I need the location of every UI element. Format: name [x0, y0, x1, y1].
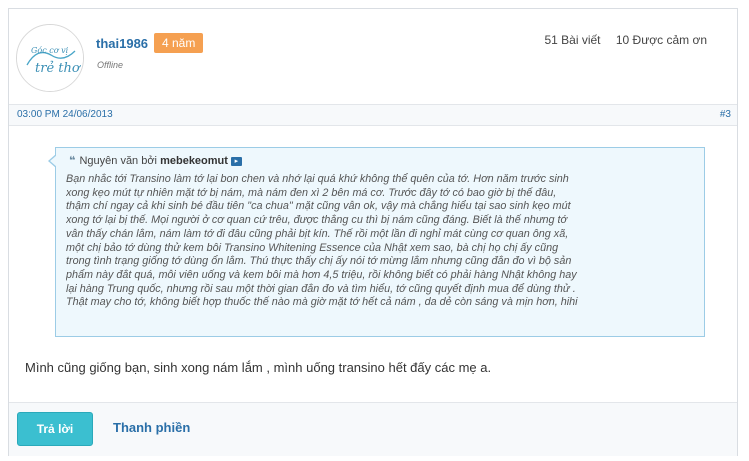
post-header: Góc cơ vị trẻ thơ thai1986 4 năm Offline…: [9, 9, 737, 103]
quote-line: xong tớ lại bị thế. Mọi người ở cơ quan …: [66, 214, 568, 227]
forum-post: Góc cơ vị trẻ thơ thai1986 4 năm Offline…: [8, 8, 738, 456]
quote-line: Thật may cho tớ, không biết hợp thuốc th…: [66, 296, 578, 309]
thanks-count: 10 Được cảm ơn: [615, 33, 707, 47]
quote-text: Bạn nhắc tới Transino làm tớ lại bon che…: [66, 173, 700, 310]
quote-line: một chị bảo tớ dùng thử kem bôi Transino…: [66, 241, 559, 254]
quote-line: xong kẹo mút tự nhiên mặt tớ bị nám, mà …: [66, 186, 557, 199]
quote-line: vẫn thấy chán lắm, nám làm tớ đi đâu cũn…: [66, 227, 569, 240]
post-count: 51 Bài viết: [544, 33, 601, 47]
quote-author[interactable]: mebekeomut: [160, 155, 228, 167]
quote-line: thậm chí ngay cả khi sinh bé đầu tiên "c…: [66, 200, 571, 213]
reply-button[interactable]: Trả lời: [17, 412, 93, 446]
avatar-text-2: trẻ thơ: [35, 61, 81, 76]
username[interactable]: thai1986: [96, 36, 148, 51]
post-message: Mình cũng giống bạn, sinh xong nám lắm ,…: [25, 360, 492, 375]
membership-badge: 4 năm: [154, 33, 204, 53]
quote-icon: ❝: [69, 155, 76, 167]
quote-line: Bạn nhắc tới Transino làm tớ lại bon che…: [66, 173, 569, 185]
thanks-button[interactable]: Thanh phiền: [113, 412, 190, 446]
online-status: Offline: [97, 60, 124, 70]
avatar-text-1: Góc cơ vị: [31, 46, 69, 55]
quote-header: ❝ Nguyên văn bởi mebekeomut ▸: [69, 154, 242, 167]
quote-line: phẩm này đắt quá, mỗi viên uống và kem b…: [66, 268, 577, 281]
view-post-icon[interactable]: ▸: [230, 156, 242, 166]
post-meta-bar: 03:00 PM 24/06/2013 #3: [9, 104, 737, 126]
quote-prefix: Nguyên văn bởi: [79, 155, 158, 167]
avatar-logo: Góc cơ vị trẻ thơ: [17, 25, 83, 91]
quote-block: ❝ Nguyên văn bởi mebekeomut ▸ Bạn nhắc tới…: [48, 147, 705, 337]
quote-line: trong tình trạng giống tớ dùng ổn lắm. T…: [66, 255, 572, 268]
post-number-link[interactable]: #3: [720, 109, 731, 120]
post-datetime: 03:00 PM 24/06/2013: [17, 109, 113, 120]
post-actions: Trả lời Thanh phiền: [9, 402, 737, 456]
quote-line: lại hàng Trung quốc, nhưng rồi sau một t…: [66, 282, 576, 295]
avatar[interactable]: Góc cơ vị trẻ thơ: [16, 24, 84, 92]
user-stats: 51 Bài viết 10 Được cảm ơn: [544, 33, 707, 47]
